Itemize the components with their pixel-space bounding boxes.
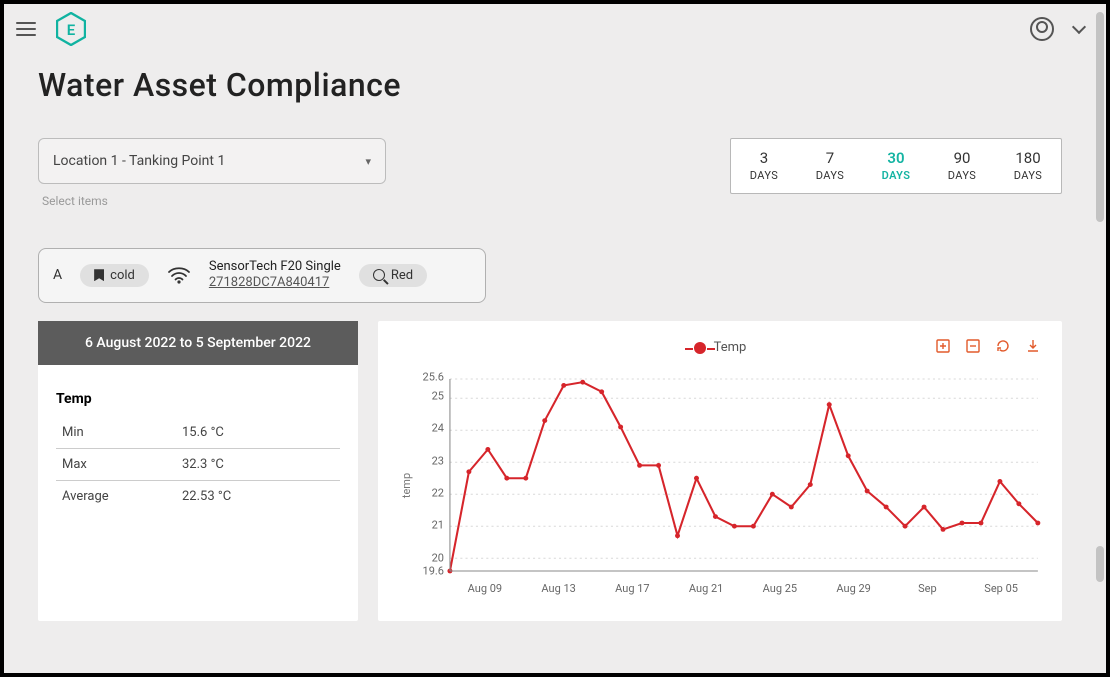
range-option-90[interactable]: 90DAYS bbox=[929, 139, 995, 193]
stat-label: Average bbox=[62, 489, 182, 504]
user-account-icon[interactable] bbox=[1030, 17, 1054, 41]
thermal-chip-label: cold bbox=[110, 268, 135, 283]
stat-label: Max bbox=[62, 457, 182, 472]
chevron-down-icon bbox=[1072, 20, 1086, 34]
range-option-180[interactable]: 180DAYS bbox=[995, 139, 1061, 193]
location-select-group: Location 1 - Tanking Point 1 ▾ Select it… bbox=[38, 138, 386, 208]
location-select-helper: Select items bbox=[42, 194, 382, 208]
page-title: Water Asset Compliance bbox=[38, 66, 1062, 104]
legend-label: Temp bbox=[714, 340, 747, 355]
stats-metric-title: Temp bbox=[56, 391, 340, 407]
account-menu-caret[interactable] bbox=[1068, 18, 1090, 40]
range-option-30[interactable]: 30DAYS bbox=[863, 139, 929, 193]
brand-logo[interactable]: E bbox=[56, 12, 86, 46]
stats-card: 6 August 2022 to 5 September 2022 Temp M… bbox=[38, 321, 358, 621]
chevron-down-icon: ▾ bbox=[365, 155, 371, 168]
download-icon[interactable] bbox=[1024, 337, 1042, 355]
chart-card: Temp bbox=[378, 321, 1062, 621]
sensor-id-link[interactable]: 271828DC7A840417 bbox=[209, 275, 341, 291]
date-range-picker: 3DAYS7DAYS30DAYS90DAYS180DAYS bbox=[730, 138, 1062, 194]
location-select[interactable]: Location 1 - Tanking Point 1 ▾ bbox=[38, 138, 386, 184]
wifi-icon bbox=[167, 266, 191, 284]
sensor-meta: SensorTech F20 Single 271828DC7A840417 bbox=[209, 259, 341, 292]
stat-row: Min15.6 °C bbox=[56, 417, 340, 449]
zoom-in-icon[interactable] bbox=[934, 337, 952, 355]
menu-icon[interactable] bbox=[16, 16, 42, 42]
stat-label: Min bbox=[62, 425, 182, 440]
stat-value: 32.3 °C bbox=[182, 457, 224, 472]
sensor-card: A cold SensorTech F20 Single 271828DC7A8… bbox=[38, 248, 486, 303]
chart-legend: Temp bbox=[694, 340, 747, 355]
svg-text:E: E bbox=[67, 21, 76, 39]
stat-value: 22.53 °C bbox=[182, 489, 231, 504]
window-scrollbar[interactable] bbox=[1092, 4, 1106, 673]
scrollbar-thumb-lower[interactable] bbox=[1096, 546, 1104, 582]
bookmark-icon bbox=[94, 269, 104, 281]
sensor-model: SensorTech F20 Single bbox=[209, 259, 341, 275]
status-chip[interactable]: Red bbox=[359, 264, 427, 287]
range-option-3[interactable]: 3DAYS bbox=[731, 139, 797, 193]
controls-row: Location 1 - Tanking Point 1 ▾ Select it… bbox=[38, 138, 1062, 208]
refresh-icon[interactable] bbox=[994, 337, 1012, 355]
status-chip-label: Red bbox=[391, 268, 413, 283]
location-select-value: Location 1 - Tanking Point 1 bbox=[53, 153, 225, 169]
range-option-7[interactable]: 7DAYS bbox=[797, 139, 863, 193]
x-axis-ticks: Aug 09Aug 13Aug 17Aug 21Aug 25Aug 29SepS… bbox=[448, 582, 1038, 595]
thermal-chip[interactable]: cold bbox=[80, 264, 149, 287]
chart-toolbar bbox=[934, 337, 1042, 355]
scrollbar-thumb[interactable] bbox=[1096, 12, 1104, 222]
legend-swatch-icon bbox=[694, 342, 706, 354]
stat-row: Average22.53 °C bbox=[56, 481, 340, 512]
sensor-pipe: A bbox=[53, 267, 62, 283]
panels-row: 6 August 2022 to 5 September 2022 Temp M… bbox=[38, 321, 1062, 621]
search-icon bbox=[373, 269, 385, 281]
stat-value: 15.6 °C bbox=[182, 425, 224, 440]
stats-period: 6 August 2022 to 5 September 2022 bbox=[38, 321, 358, 365]
stat-row: Max32.3 °C bbox=[56, 449, 340, 481]
zoom-out-icon[interactable] bbox=[964, 337, 982, 355]
app-top-bar: E bbox=[4, 4, 1106, 54]
